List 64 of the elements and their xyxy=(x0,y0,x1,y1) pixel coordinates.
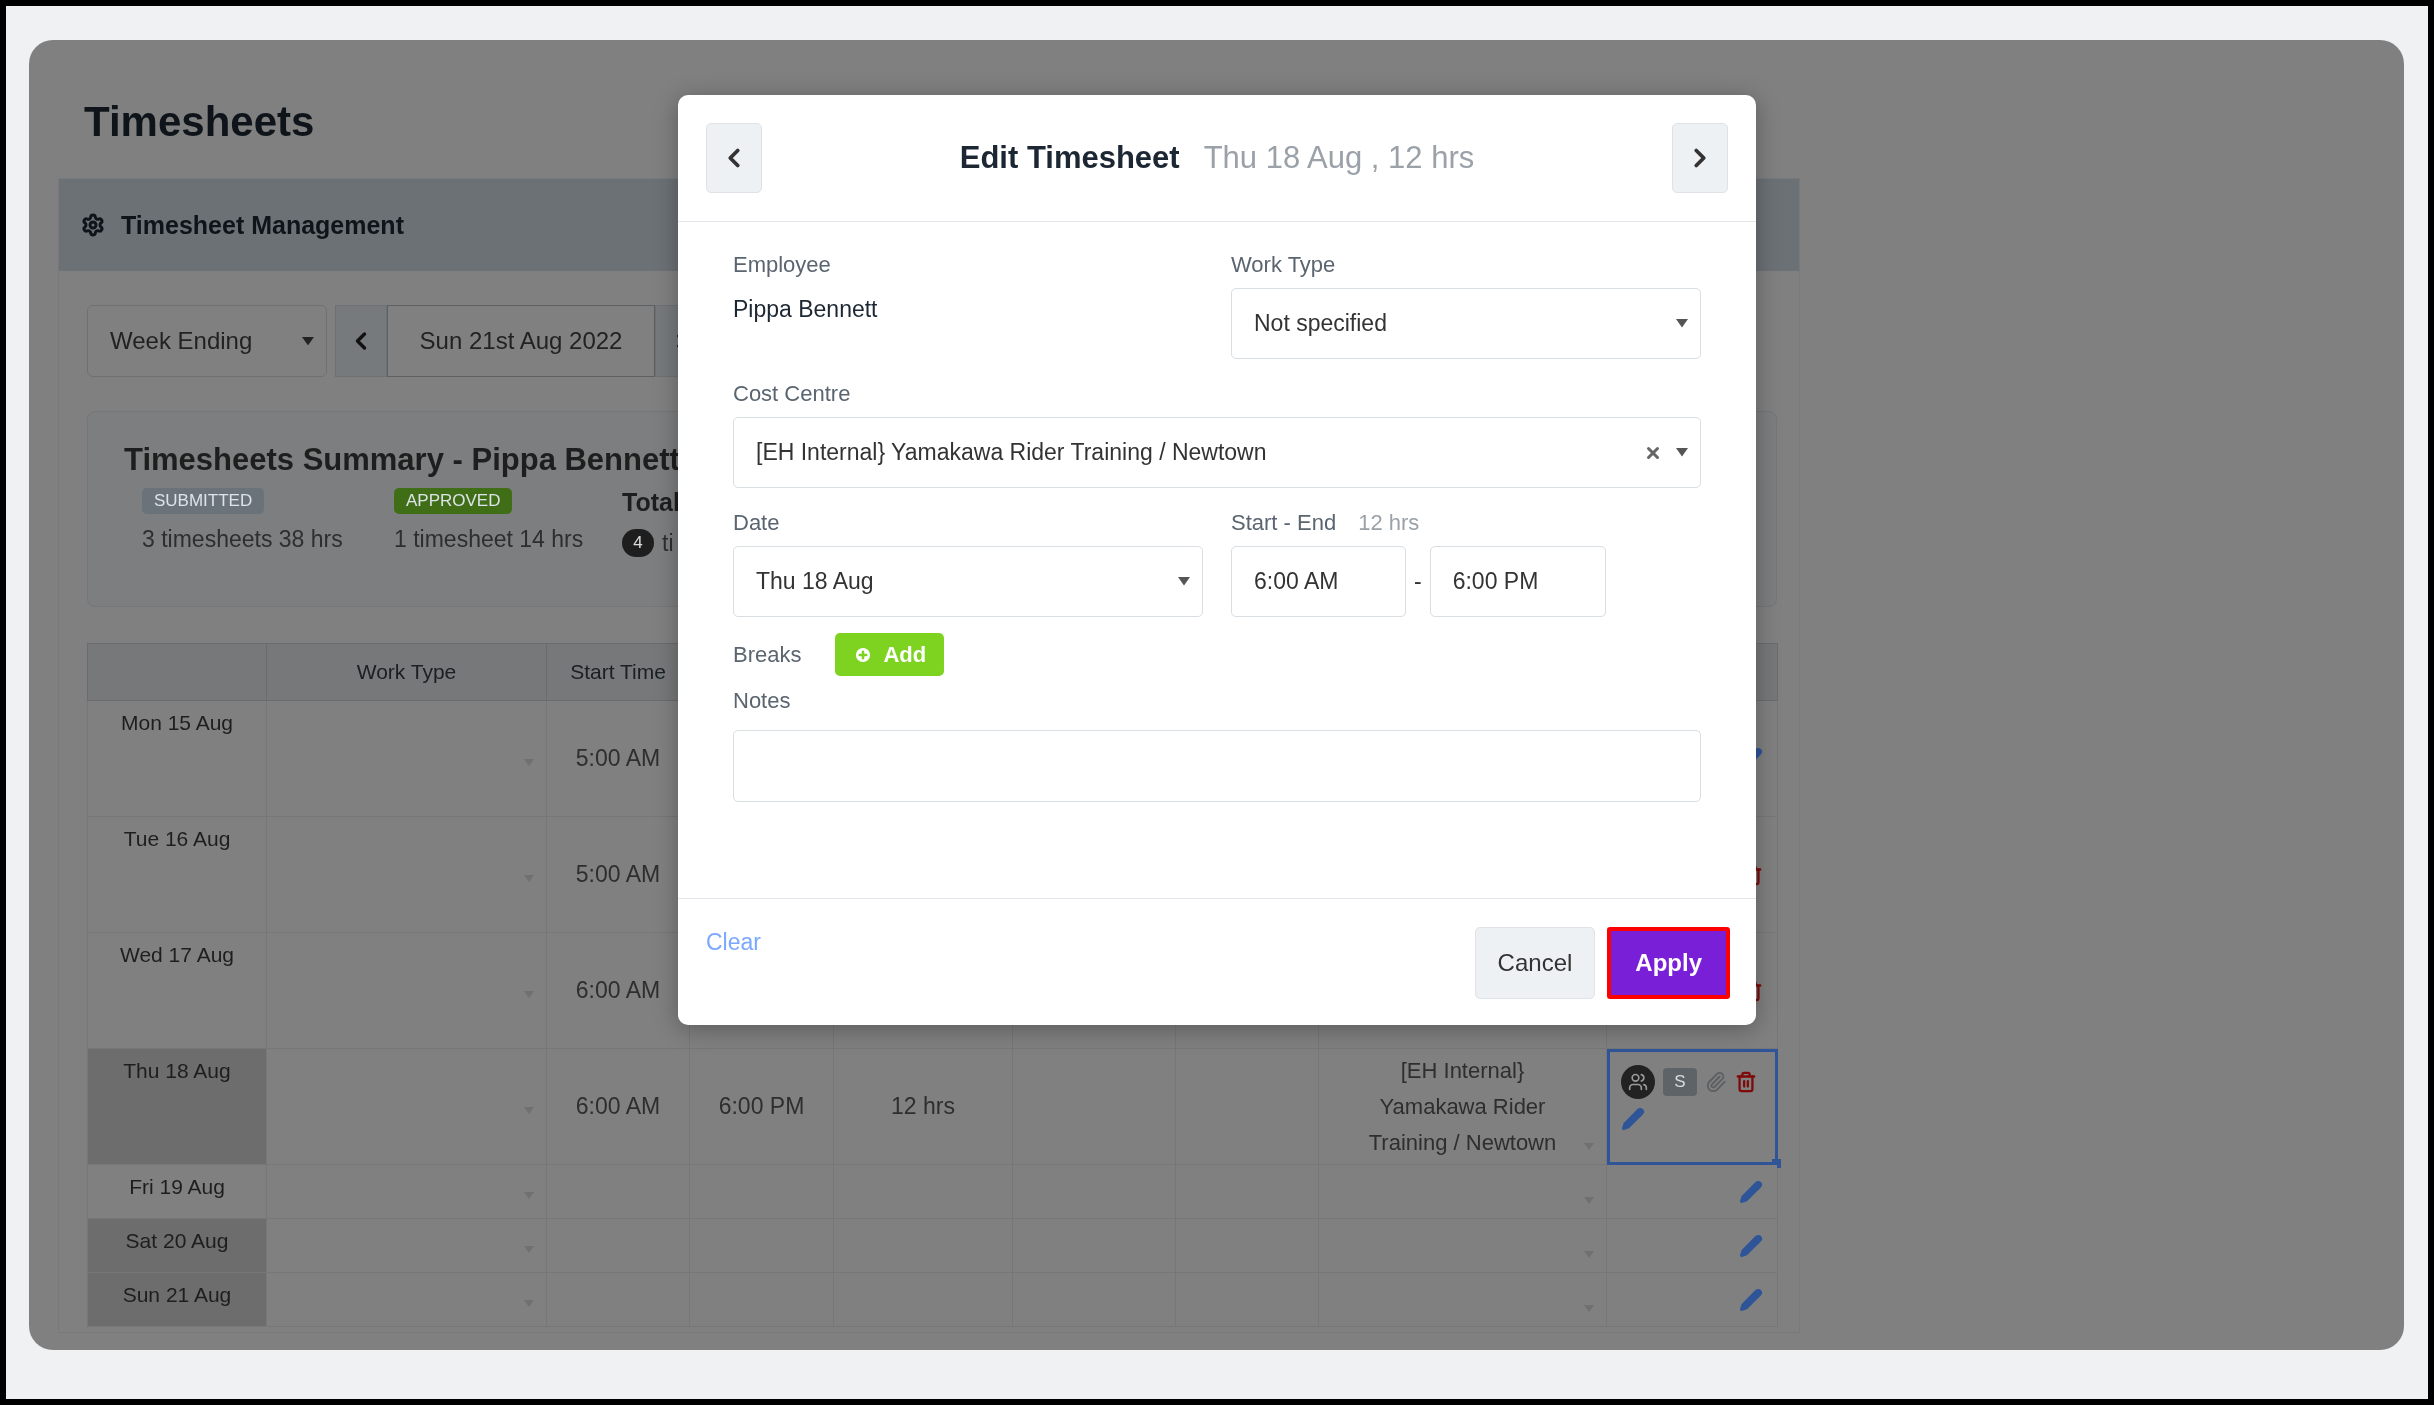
status-badge: S xyxy=(1663,1068,1697,1096)
table-cell: 6:00 AM xyxy=(575,1093,661,1119)
column-header: Work Type xyxy=(266,643,547,701)
range-separator: - xyxy=(1414,568,1422,595)
summary-detail: 1 timesheet 14 hrs xyxy=(394,526,585,553)
table-cell: 5:00 AM xyxy=(575,745,661,771)
settings-icon[interactable] xyxy=(81,213,105,237)
date-cell: Wed 17 Aug xyxy=(87,932,267,1049)
people-icon[interactable] xyxy=(1621,1065,1655,1099)
field-label: Work Type xyxy=(1231,252,1337,278)
work-type-select[interactable]: Not specified xyxy=(1231,288,1701,359)
summary-detail: 3 timesheets 38 hrs xyxy=(142,526,344,553)
previous-button[interactable] xyxy=(706,123,762,193)
page-title: Timesheets xyxy=(84,98,316,146)
summary-title: Timesheets Summary - Pippa Bennett xyxy=(124,442,680,478)
field-label: Cost Centre xyxy=(733,381,852,407)
table-cell-text: [EH Internal} Yamakawa Rider Training / Newtown xyxy=(1367,1056,1558,1157)
pencil-icon[interactable] xyxy=(1739,1179,1763,1204)
dialog-subtitle: Thu 18 Aug , 12 hrs xyxy=(1203,140,1475,176)
previous-week-button[interactable] xyxy=(335,305,387,377)
field-label: Date xyxy=(733,510,781,536)
caret-icon xyxy=(1676,319,1688,328)
table-cell: 5:00 AM xyxy=(575,861,661,887)
count-badge: 4 xyxy=(622,529,654,557)
date-cell: Thu 18 Aug xyxy=(87,1048,267,1165)
table-cell: 6:00 AM xyxy=(575,977,661,1003)
field-label: Start - End xyxy=(1231,510,1337,536)
management-title: Timesheet Management xyxy=(121,210,404,240)
date-cell: Mon 15 Aug xyxy=(87,700,267,817)
week-date[interactable]: Sun 21st Aug 2022 xyxy=(387,305,655,377)
notes-field[interactable] xyxy=(733,730,1701,802)
field-label: Notes xyxy=(733,688,792,714)
caret-icon xyxy=(1676,448,1688,457)
pencil-icon[interactable] xyxy=(1739,1233,1763,1258)
apply-button[interactable]: Apply xyxy=(1607,927,1730,999)
pencil-icon[interactable] xyxy=(1621,1107,1645,1131)
caret-icon xyxy=(302,336,314,346)
date-cell: Sun 21 Aug xyxy=(87,1272,267,1327)
start-time-field[interactable]: 6:00 AM xyxy=(1231,546,1406,617)
cost-centre-select[interactable]: [EH Internal} Yamakawa Rider Training / Newtown xyxy=(733,417,1701,488)
caret-icon xyxy=(1178,577,1190,586)
cancel-button[interactable]: Cancel xyxy=(1474,927,1596,999)
field-label: Employee xyxy=(733,252,832,278)
trash-icon[interactable] xyxy=(1735,1071,1757,1093)
date-select[interactable]: Thu 18 Aug xyxy=(733,546,1203,617)
table-cell: 6:00 PM xyxy=(718,1093,805,1119)
status-badge: SUBMITTED xyxy=(142,488,265,514)
table-cell: 12 hrs xyxy=(891,1093,955,1119)
date-cell: Tue 16 Aug xyxy=(87,816,267,933)
field-label: Breaks xyxy=(733,641,802,668)
date-cell: Sat 20 Aug xyxy=(87,1218,267,1273)
end-time-field[interactable]: 6:00 PM xyxy=(1429,546,1606,617)
period-select[interactable]: Week Ending xyxy=(87,305,327,377)
next-button[interactable] xyxy=(1672,123,1728,193)
total-label: Total xyxy=(622,488,681,517)
paperclip-icon[interactable] xyxy=(1705,1071,1727,1093)
duration-text: 12 hrs xyxy=(1358,510,1420,536)
date-cell: Fri 19 Aug xyxy=(87,1164,267,1219)
summary-detail: ti xyxy=(662,529,674,557)
pencil-icon[interactable] xyxy=(1739,1287,1763,1312)
status-badge: APPROVED xyxy=(394,488,513,514)
employee-name: Pippa Bennett xyxy=(733,296,879,323)
dialog-title: Edit Timesheet xyxy=(959,140,1180,176)
selected-cell[interactable]: S xyxy=(1606,1048,1778,1165)
